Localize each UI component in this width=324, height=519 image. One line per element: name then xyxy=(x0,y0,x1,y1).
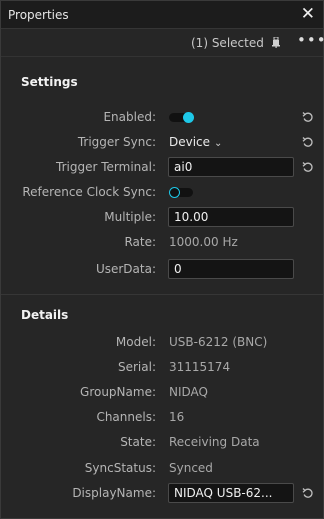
multiple-input[interactable] xyxy=(168,207,294,227)
pin-icon[interactable] xyxy=(272,37,281,48)
serial-value: 31115174 xyxy=(169,360,231,374)
multiple-label: Multiple: xyxy=(104,210,156,224)
reset-icon[interactable] xyxy=(302,161,314,173)
groupname-label: GroupName: xyxy=(80,385,156,399)
model-value: USB-6212 (BNC) xyxy=(169,335,268,349)
properties-panel: Properties ✕ (1) Selected ••• Settings E… xyxy=(0,0,324,519)
trigger-terminal-label: Trigger Terminal: xyxy=(56,160,156,174)
details-heading: Details xyxy=(21,308,69,322)
trigger-sync-value: Device xyxy=(169,135,211,149)
groupname-value: NIDAQ xyxy=(169,385,208,399)
serial-label: Serial: xyxy=(118,360,156,374)
title-bar: Properties ✕ xyxy=(1,1,323,29)
userdata-label: UserData: xyxy=(95,262,156,276)
selection-count: (1) Selected xyxy=(191,36,264,50)
reference-clock-sync-toggle[interactable] xyxy=(169,187,193,198)
reset-icon[interactable] xyxy=(302,136,314,148)
enabled-toggle[interactable] xyxy=(169,112,194,123)
syncstatus-value: Synced xyxy=(169,461,213,475)
trigger-sync-label: Trigger Sync: xyxy=(77,135,156,149)
window-title: Properties xyxy=(8,8,69,22)
section-divider xyxy=(1,294,323,295)
toggle-knob xyxy=(169,187,180,198)
rate-value: 1000.00 Hz xyxy=(169,235,238,249)
userdata-input[interactable] xyxy=(168,259,294,279)
selection-toolbar: (1) Selected ••• xyxy=(1,29,324,57)
displayname-input[interactable] xyxy=(168,483,294,503)
model-label: Model: xyxy=(115,335,156,349)
reference-clock-sync-label: Reference Clock Sync: xyxy=(22,185,156,199)
state-value: Receiving Data xyxy=(169,435,260,449)
rate-label: Rate: xyxy=(124,235,156,249)
channels-value: 16 xyxy=(169,410,185,424)
close-icon[interactable]: ✕ xyxy=(301,4,315,24)
toggle-knob xyxy=(183,112,194,123)
enabled-label: Enabled: xyxy=(103,110,156,124)
trigger-terminal-input[interactable] xyxy=(168,157,294,177)
chevron-down-icon: ⌄ xyxy=(214,138,223,149)
displayname-label: DisplayName: xyxy=(72,486,156,500)
state-label: State: xyxy=(120,435,156,449)
syncstatus-label: SyncStatus: xyxy=(84,461,156,475)
trigger-sync-dropdown[interactable]: Device ⌄ xyxy=(169,135,222,149)
reset-icon[interactable] xyxy=(302,487,314,499)
settings-heading: Settings xyxy=(21,75,78,89)
channels-label: Channels: xyxy=(96,410,156,424)
reset-icon[interactable] xyxy=(302,111,314,123)
more-icon[interactable]: ••• xyxy=(297,31,324,49)
